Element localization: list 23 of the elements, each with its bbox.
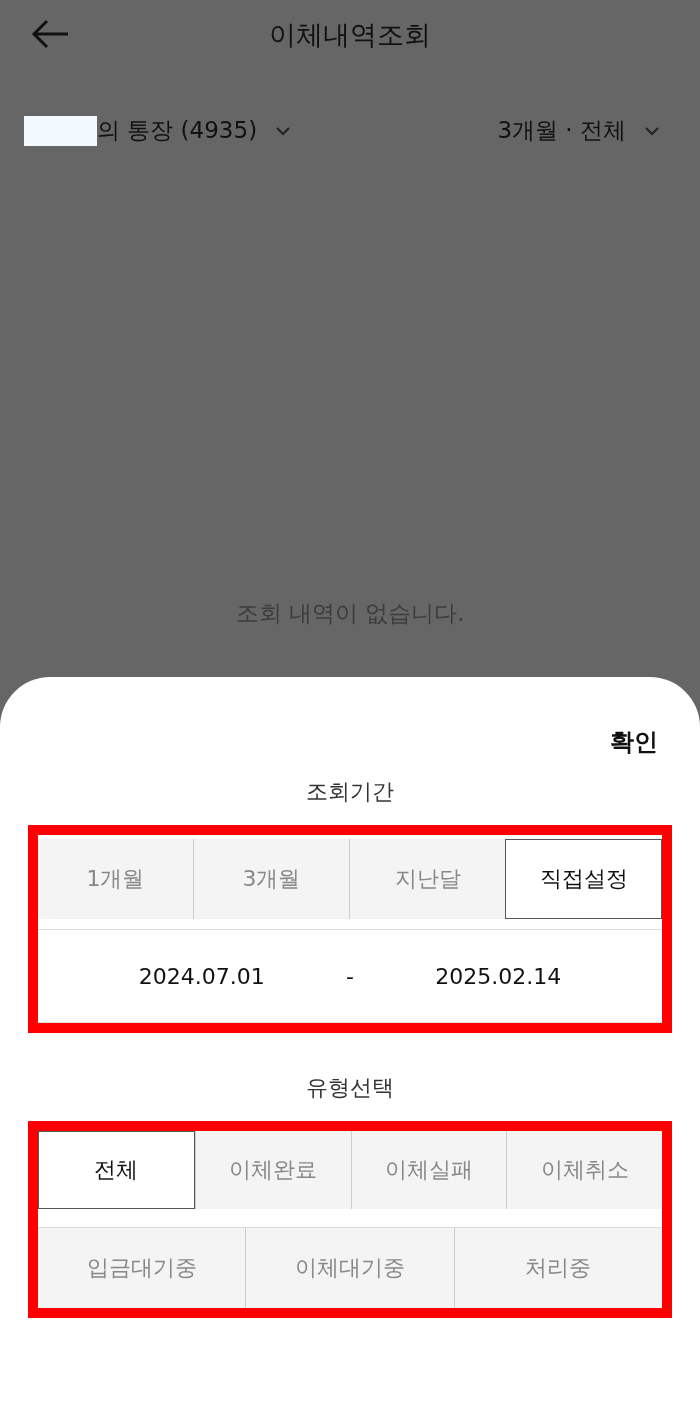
- chevron-down-icon[interactable]: [644, 125, 660, 136]
- date-separator: -: [346, 963, 354, 989]
- type-option[interactable]: 처리중: [453, 1228, 662, 1308]
- type-option[interactable]: 이체대기중: [245, 1228, 454, 1308]
- section-title: 유형선택: [305, 1074, 395, 1102]
- account-selector[interactable]: 의 통장 (4935): [97, 115, 258, 146]
- confirm-button[interactable]: 확인: [610, 725, 658, 759]
- section-title: 조회기간: [305, 778, 395, 806]
- back-arrow-icon[interactable]: [30, 18, 70, 50]
- end-date[interactable]: 2025.02.14: [435, 963, 562, 989]
- type-option[interactable]: 이체취소: [506, 1131, 662, 1209]
- start-date[interactable]: 2024.07.01: [138, 963, 265, 989]
- period-option[interactable]: 지난달: [349, 839, 505, 919]
- type-option[interactable]: 이체완료: [194, 1131, 351, 1209]
- period-option[interactable]: 3개월: [193, 839, 349, 919]
- screen-title: 이체내역조회: [269, 18, 431, 52]
- type-option[interactable]: 전체: [38, 1131, 195, 1209]
- period-filter[interactable]: 3개월 · 전체: [497, 115, 626, 146]
- type-option[interactable]: 입금대기중: [38, 1228, 246, 1308]
- type-option[interactable]: 이체실패: [350, 1131, 507, 1209]
- period-option[interactable]: 1개월: [38, 839, 193, 919]
- period-option[interactable]: 직접설정: [505, 839, 662, 919]
- chevron-down-icon[interactable]: [275, 125, 292, 136]
